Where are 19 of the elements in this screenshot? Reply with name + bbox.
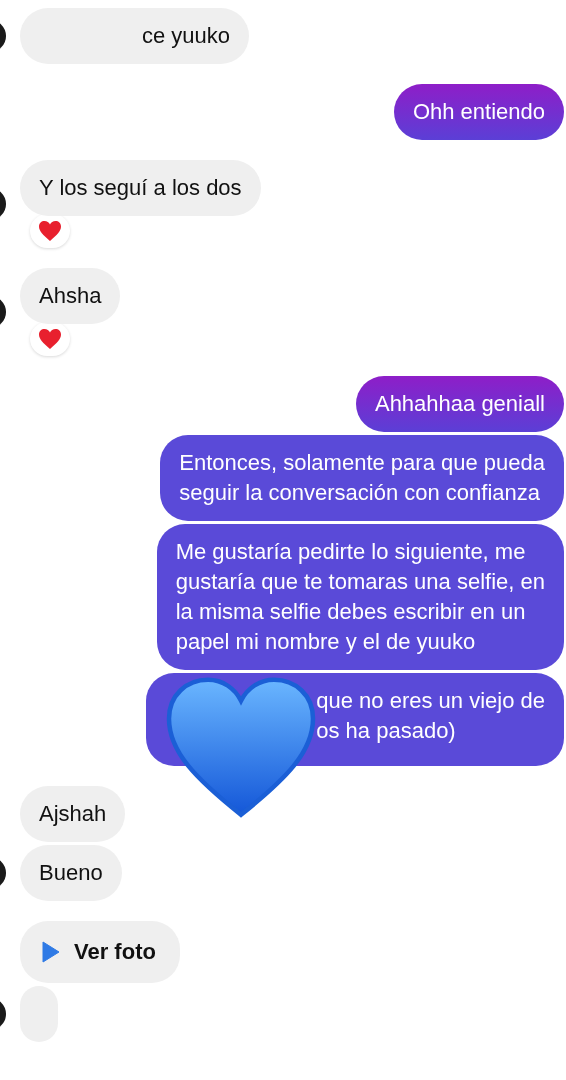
message-text: Ahsha	[39, 282, 102, 310]
message-text: que no eres un viejo de	[316, 687, 545, 715]
message-text: Ahhahhaa geniall	[374, 390, 545, 418]
message-text: gustaría que te tomaras una selfie, en	[175, 568, 545, 596]
heart-icon	[38, 328, 62, 350]
message-text: seguir la conversación con confianza	[179, 479, 542, 507]
message-text: ce yuuko	[142, 22, 231, 50]
message-text: Ohh entiendo	[412, 98, 545, 126]
message-text: Y los seguí a los dos	[39, 174, 242, 202]
message-text: Entonces, solamente para que pueda	[179, 449, 545, 477]
play-icon	[42, 941, 60, 963]
message-text: Ajshah	[39, 800, 107, 828]
heart-icon	[38, 220, 62, 242]
message-text: Bueno	[39, 859, 103, 887]
message-text: Me gustaría pedirte lo siguiente, me	[175, 538, 527, 566]
view-photo-button[interactable]: Ver foto	[20, 921, 180, 983]
message-text: papel mi nombre y el de yuuko	[175, 628, 477, 656]
message-text: la misma selfie debes escribir en un	[175, 598, 527, 626]
message-text: os ha pasado)	[316, 717, 457, 745]
